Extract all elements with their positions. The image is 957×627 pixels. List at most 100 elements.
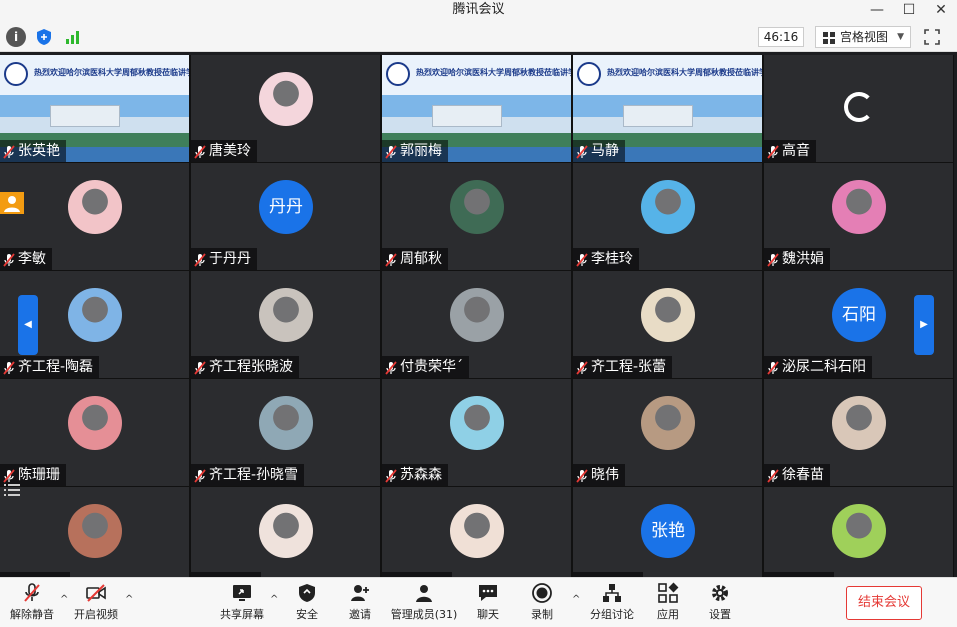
participant-tile[interactable]: 魏洪娟 (764, 163, 953, 270)
invite-button[interactable]: 邀请 (340, 582, 380, 626)
start-video-button[interactable]: 开启视频 (70, 582, 122, 626)
participant-name: 李敏 (18, 251, 46, 267)
apps-button[interactable]: 应用 (648, 582, 688, 626)
participant-tile[interactable]: 苏森森 (382, 379, 571, 486)
mic-muted-icon (576, 468, 588, 483)
participant-tile[interactable]: 陈珊珊 (0, 379, 189, 486)
participant-name: 周郁秋 (400, 251, 442, 267)
host-badge-icon (0, 192, 24, 214)
mic-muted-icon (576, 360, 588, 375)
settings-button[interactable]: 设置 (700, 582, 740, 626)
participant-name: 徐春苗 (782, 467, 824, 483)
participant-tile[interactable]: 热烈欢迎哈尔滨医科大学周郁秋教授莅临讲学 马静 (573, 55, 762, 162)
info-icon[interactable]: i (6, 27, 26, 47)
audio-options-caret[interactable]: ^ (60, 594, 68, 605)
avatar (641, 288, 695, 342)
share-screen-button[interactable]: 共享屏幕 (216, 582, 268, 626)
manage-members-button[interactable]: 管理成员(31) (388, 582, 460, 626)
unmute-label: 解除静音 (10, 608, 54, 621)
mic-muted-icon (767, 360, 779, 375)
participant-tile[interactable]: 徐春苗 (764, 379, 953, 486)
participant-name-tag: 张英艳 (0, 140, 66, 162)
mic-muted-icon (767, 252, 779, 267)
avatar (68, 396, 122, 450)
view-label: 宫格视图 (840, 30, 889, 44)
add-user-icon (351, 585, 369, 601)
meeting-top-bar: i 46:16 宫格视图 ▼ (0, 22, 957, 52)
mic-muted-icon (3, 252, 15, 267)
record-options-caret[interactable]: ^ (572, 594, 580, 605)
share-screen-icon (233, 585, 251, 601)
participant-name-tag: 苏森森 (382, 464, 448, 486)
avatar: 丹丹 (259, 180, 313, 234)
participant-name: 付贵荣华´ (400, 359, 463, 375)
participant-name: 魏洪娟 (782, 251, 824, 267)
record-icon (532, 583, 552, 603)
signal-icon[interactable] (62, 27, 82, 47)
avatar: 张艳 (641, 504, 695, 558)
participant-name: 李桂玲 (591, 251, 633, 267)
fullscreen-icon[interactable] (922, 27, 942, 47)
minimize-button[interactable]: — (861, 0, 893, 22)
security-button[interactable]: 安全 (287, 582, 327, 626)
mic-muted-icon (3, 144, 15, 159)
participant-tile[interactable]: 李桂玲 (573, 163, 762, 270)
participant-name-tag: 泌尿二科石阳 (764, 356, 872, 378)
avatar (450, 504, 504, 558)
next-page-button[interactable]: ▶ (914, 295, 934, 355)
mic-muted-icon (3, 360, 15, 375)
participant-tile[interactable]: 齐工程张晓波 (191, 271, 380, 378)
gear-icon (712, 585, 728, 601)
close-button[interactable]: ✕ (925, 0, 957, 22)
participant-name: 齐工程-孙晓雪 (209, 467, 299, 483)
participant-tile[interactable]: 丹丹 于丹丹 (191, 163, 380, 270)
prev-page-button[interactable]: ◀ (18, 295, 38, 355)
grid-view-button[interactable]: 宫格视图 ▼ (815, 26, 911, 48)
grid-icon (823, 32, 835, 44)
participant-name: 高音 (782, 143, 810, 159)
participant-name-tag: 付贵荣华´ (382, 356, 469, 378)
participant-name-tag: 徐春苗 (764, 464, 830, 486)
avatar (832, 180, 886, 234)
mic-muted-icon (194, 252, 206, 267)
participant-tile[interactable]: 齐工程-张蕾 (573, 271, 762, 378)
participant-tile[interactable]: 齐工程-孙晓雪 (191, 379, 380, 486)
breakout-button[interactable]: 分组讨论 (586, 582, 638, 626)
participant-tile[interactable]: 李敏 (0, 163, 189, 270)
avatar (259, 72, 313, 126)
avatar (68, 504, 122, 558)
record-button[interactable]: 录制 (522, 582, 562, 626)
participant-tile[interactable]: 晓伟 (573, 379, 762, 486)
participant-tile[interactable]: 周郁秋 (382, 163, 571, 270)
avatar (450, 288, 504, 342)
mic-muted-icon (767, 144, 779, 159)
mic-muted-icon (3, 468, 15, 483)
share-options-caret[interactable]: ^ (270, 594, 278, 605)
avatar (68, 180, 122, 234)
participant-tile[interactable]: 高音 (764, 55, 953, 162)
participant-name-tag: 唐美玲 (191, 140, 257, 162)
banner-text: 热烈欢迎哈尔滨医科大学周郁秋教授莅临讲学 (34, 68, 189, 77)
mic-muted-icon (385, 360, 397, 375)
loading-spinner-icon (844, 92, 874, 122)
banner-text: 热烈欢迎哈尔滨医科大学周郁秋教授莅临讲学 (416, 68, 571, 77)
mic-muted-icon (194, 360, 206, 375)
unmute-button[interactable]: 解除静音 (6, 582, 58, 626)
shield-icon[interactable] (34, 27, 54, 47)
apps-icon (658, 582, 679, 603)
record-label: 录制 (531, 608, 553, 621)
participant-tile[interactable]: 付贵荣华´ (382, 271, 571, 378)
avatar: 石阳 (832, 288, 886, 342)
meeting-timer: 46:16 (758, 27, 804, 47)
participant-name-tag: 周郁秋 (382, 248, 448, 270)
participant-tile[interactable]: 热烈欢迎哈尔滨医科大学周郁秋教授莅临讲学张英艳 (0, 55, 189, 162)
avatar (641, 180, 695, 234)
chat-button[interactable]: 聊天 (468, 582, 508, 626)
end-meeting-button[interactable]: 结束会议 (846, 586, 922, 620)
participant-tile[interactable]: 唐美玲 (191, 55, 380, 162)
mic-muted-icon (385, 144, 397, 159)
participant-tile[interactable]: 热烈欢迎哈尔滨医科大学周郁秋教授莅临讲学 郭丽梅 (382, 55, 571, 162)
maximize-button[interactable]: ☐ (893, 0, 925, 22)
list-icon[interactable] (4, 482, 20, 496)
video-options-caret[interactable]: ^ (125, 594, 133, 605)
